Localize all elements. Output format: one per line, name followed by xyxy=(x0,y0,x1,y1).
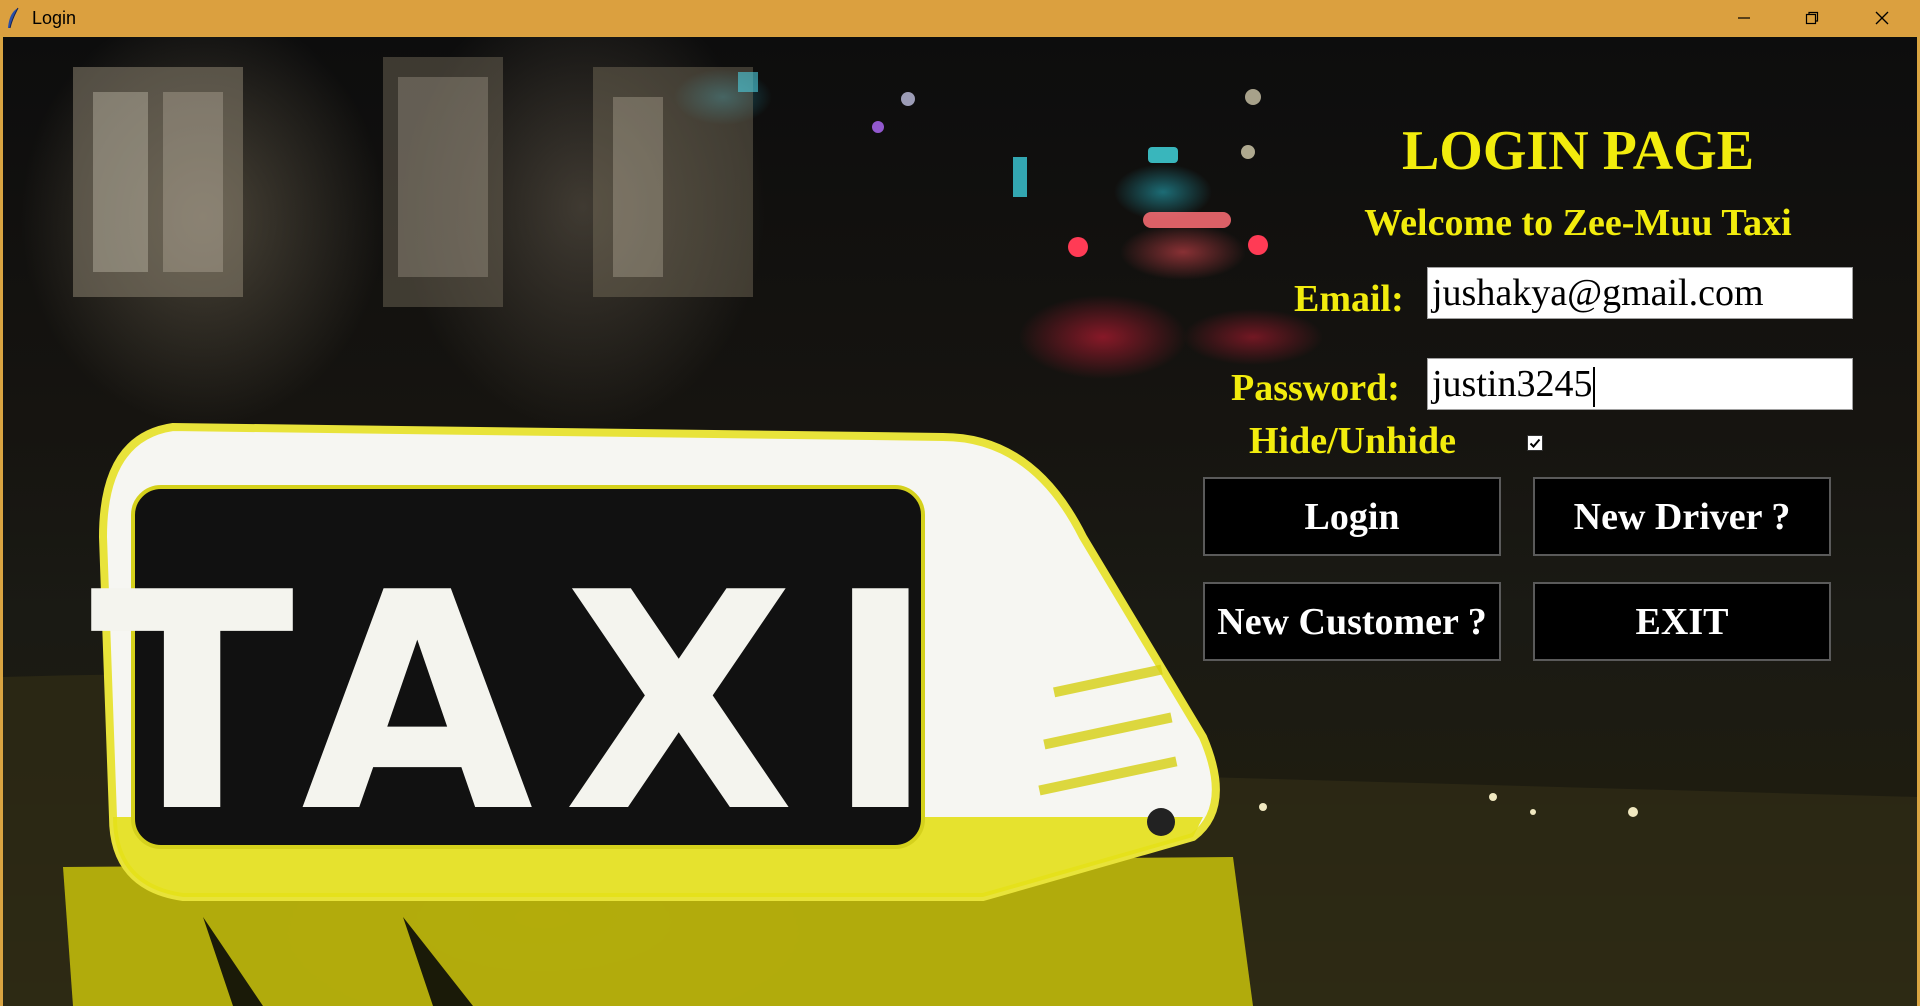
email-field[interactable]: jushakya@gmail.com xyxy=(1427,267,1853,319)
password-field[interactable]: justin3245 xyxy=(1427,358,1853,410)
password-label: Password: xyxy=(1231,367,1400,409)
minimize-button[interactable] xyxy=(1710,0,1778,36)
welcome-text: Welcome to Zee-Muu Taxi xyxy=(1364,202,1792,244)
new-customer-button[interactable]: New Customer ? xyxy=(1203,582,1501,661)
close-button[interactable] xyxy=(1848,0,1916,36)
taxi-sign-text: TAXI xyxy=(90,529,966,878)
email-label: Email: xyxy=(1294,278,1404,320)
restore-button[interactable] xyxy=(1778,0,1846,36)
hide-unhide-checkbox[interactable] xyxy=(1527,435,1543,451)
text-cursor xyxy=(1593,367,1596,408)
checkmark-icon xyxy=(1529,438,1541,448)
new-driver-button[interactable]: New Driver ? xyxy=(1533,477,1831,556)
page-title: LOGIN PAGE xyxy=(1401,120,1755,182)
feather-icon xyxy=(8,7,19,29)
title-bar: Login xyxy=(0,0,1920,36)
password-value: justin3245 xyxy=(1432,363,1593,405)
email-value: jushakya@gmail.com xyxy=(1432,272,1764,314)
login-window-body: TAXI LOGIN PAGE Welcome to Zee-Muu Taxi … xyxy=(3,37,1917,1006)
minimize-icon xyxy=(1738,17,1750,19)
hide-unhide-label: Hide/Unhide xyxy=(1249,420,1456,462)
window-title: Login xyxy=(32,8,77,28)
login-button[interactable]: Login xyxy=(1203,477,1501,556)
close-icon xyxy=(1875,11,1889,25)
restore-icon xyxy=(1805,11,1819,25)
exit-button[interactable]: EXIT xyxy=(1533,582,1831,661)
